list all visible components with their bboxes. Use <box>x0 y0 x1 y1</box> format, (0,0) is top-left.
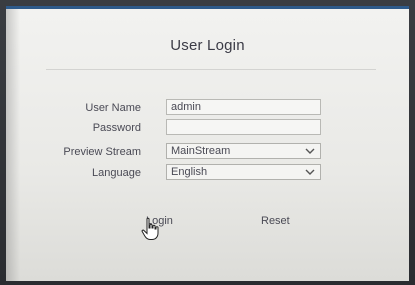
password-field[interactable] <box>166 119 321 135</box>
language-select[interactable]: English <box>166 164 321 180</box>
username-label: User Name <box>85 102 141 114</box>
username-field[interactable] <box>166 99 321 115</box>
preview-stream-select[interactable]: MainStream <box>166 143 321 159</box>
chevron-down-icon <box>305 148 315 154</box>
preview-stream-label: Preview Stream <box>63 146 141 158</box>
password-label: Password <box>92 122 141 134</box>
hand-pointer-icon <box>141 217 159 240</box>
reset-button[interactable]: Reset <box>261 215 290 227</box>
chevron-down-icon <box>305 169 315 175</box>
title-divider <box>46 69 376 70</box>
language-value: English <box>171 166 208 178</box>
dialog-title: User Login <box>170 37 245 54</box>
preview-stream-value: MainStream <box>171 145 231 157</box>
language-label: Language <box>92 167 141 179</box>
login-screen: User Login User Name Password Preview St… <box>6 6 409 281</box>
